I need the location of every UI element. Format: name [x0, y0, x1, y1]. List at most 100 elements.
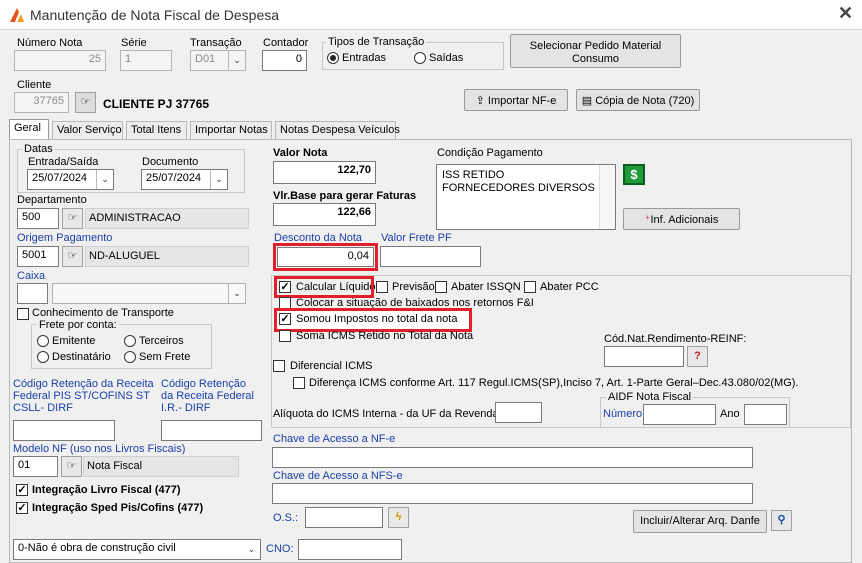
- soma-icms-retido-label: Soma ICMS Retido no Total da Nota: [296, 330, 474, 342]
- condicao-pagamento-line: ISS RETIDO: [442, 169, 505, 181]
- radio-terceiros-label: Terceiros: [139, 335, 184, 347]
- departamento-code-input[interactable]: 500: [17, 208, 59, 229]
- tab-total-itens[interactable]: Total Itens: [126, 121, 187, 139]
- cod-retencao-ir-input[interactable]: [161, 420, 262, 441]
- search-origem-icon[interactable]: ☞: [62, 246, 83, 267]
- conhecimento-transporte-label: Conhecimento de Transporte: [32, 307, 174, 319]
- close-button[interactable]: ✕: [838, 3, 853, 24]
- aliquota-icms-input[interactable]: [495, 402, 542, 423]
- search-departamento-icon[interactable]: ☞: [62, 208, 83, 229]
- radio-emitente[interactable]: [37, 335, 49, 347]
- tab-importar-notas[interactable]: Importar Notas: [190, 121, 272, 139]
- integracao-sped-checkbox[interactable]: ✓: [16, 502, 28, 514]
- aidf-label: AIDF Nota Fiscal: [606, 391, 694, 403]
- radio-saidas[interactable]: [414, 52, 426, 64]
- search-modelo-icon[interactable]: ☞: [61, 456, 82, 477]
- abater-pcc-checkbox[interactable]: [524, 281, 536, 293]
- title-bar: Manutenção de Nota Fiscal de Despesa ✕: [0, 0, 862, 30]
- diferencial-icms-checkbox[interactable]: [273, 360, 285, 372]
- abater-issqn-label: Abater ISSQN: [451, 281, 521, 293]
- origem-pagamento-code-input[interactable]: 5001: [17, 246, 59, 267]
- copia-nota-label: Cópia de Nota (720): [595, 95, 695, 107]
- cod-retencao-pis-label: Código Retenção da Receita Federal PIS S…: [13, 378, 154, 414]
- radio-emitente-label: Emitente: [52, 335, 96, 347]
- inf-adicionais-label: Inf. Adicionais: [650, 214, 719, 226]
- aidf-ano-label: Ano: [720, 408, 740, 420]
- radio-entradas-label: Entradas: [342, 52, 387, 64]
- scrollbar[interactable]: [599, 165, 615, 229]
- condicao-pagamento-line: FORNECEDORES DIVERSOS: [442, 182, 595, 194]
- cod-retencao-pis-line: CSLL- DIRF: [13, 402, 73, 414]
- entrada-saida-value: 25/07/2024: [32, 172, 88, 184]
- aidf-numero-label: Número: [603, 408, 643, 420]
- documento-label: Documento: [142, 156, 199, 168]
- copy-icon: ▤: [581, 95, 596, 107]
- import-icon: ⇪: [475, 95, 488, 107]
- inf-adicionais-button[interactable]: ⁺Inf. Adicionais: [623, 208, 740, 230]
- copia-nota-button[interactable]: ▤ Cópia de Nota (720): [576, 89, 700, 111]
- condicao-pagamento-textarea[interactable]: ISS RETIDO FORNECEDORES DIVERSOS: [436, 164, 616, 230]
- soma-icms-retido-checkbox[interactable]: [279, 330, 291, 342]
- tab-valor-servico[interactable]: Valor Serviço: [52, 121, 123, 139]
- aidf-numero-input[interactable]: [643, 404, 716, 425]
- documento-date[interactable]: 25/07/2024 ⌄: [141, 169, 228, 190]
- valor-frete-pf-input[interactable]: [380, 246, 481, 267]
- obra-construcao-select[interactable]: 0-Não é obra de construção civil ⌄: [13, 539, 261, 560]
- tab-notas-despesa-veiculos[interactable]: Notas Despesa Veículos: [275, 121, 400, 139]
- caixa-select[interactable]: ⌄: [52, 283, 246, 304]
- abater-issqn-checkbox[interactable]: [435, 281, 447, 293]
- aidf-ano-input[interactable]: [744, 404, 787, 425]
- cod-retencao-pis-input[interactable]: [13, 420, 115, 441]
- selecionar-pedido-button[interactable]: Selecionar Pedido Material Consumo: [510, 34, 681, 68]
- tab-geral[interactable]: Geral: [9, 119, 49, 140]
- app-logo-icon: [10, 8, 24, 22]
- chave-nfse-input[interactable]: [272, 483, 753, 504]
- chevron-down-icon: ⌄: [228, 284, 245, 303]
- search-cliente-icon[interactable]: ☞: [75, 92, 96, 113]
- calendar-dropdown-icon[interactable]: ⌄: [96, 170, 113, 189]
- entrada-saida-date[interactable]: 25/07/2024 ⌄: [27, 169, 114, 190]
- transacao-value: D01: [195, 53, 216, 65]
- vlr-base-label: Vlr.Base para gerar Faturas: [273, 190, 417, 202]
- numero-nota-input[interactable]: 25: [14, 50, 106, 71]
- transacao-select[interactable]: D01 ⌄: [190, 50, 246, 71]
- radio-terceiros[interactable]: [124, 335, 136, 347]
- somou-impostos-highlight: [274, 308, 472, 332]
- caixa-code-input[interactable]: [17, 283, 48, 304]
- search-icon[interactable]: ⚲: [771, 510, 792, 531]
- modelo-nf-code-input[interactable]: 01: [13, 456, 58, 477]
- chevron-down-icon: ⌄: [228, 51, 245, 70]
- tipos-transacao-label: Tipos de Transação: [326, 36, 427, 48]
- cod-nat-rendimento-input[interactable]: [604, 346, 684, 367]
- calcular-liquido-highlight: [274, 276, 374, 298]
- conhecimento-transporte-checkbox[interactable]: [17, 308, 29, 320]
- cliente-name: CLIENTE PJ 37765: [103, 97, 210, 111]
- previsao-checkbox[interactable]: [376, 281, 388, 293]
- serie-input[interactable]: 1: [120, 50, 172, 71]
- integracao-sped-label: Integração Sped Pis/Cofins (477): [32, 502, 204, 514]
- os-input[interactable]: [305, 507, 383, 528]
- obra-construcao-value: 0-Não é obra de construção civil: [18, 542, 176, 554]
- frete-por-conta-label: Frete por conta:: [37, 319, 119, 331]
- departamento-name: ADMINISTRACAO: [85, 208, 249, 229]
- help-search-icon[interactable]: ?: [687, 346, 708, 367]
- chave-nfe-input[interactable]: [272, 447, 753, 468]
- radio-entradas[interactable]: [327, 52, 339, 64]
- radio-sem-frete[interactable]: [124, 351, 136, 363]
- cliente-code-input[interactable]: 37765: [14, 92, 69, 113]
- desconto-highlight: [273, 243, 378, 271]
- calendar-dropdown-icon[interactable]: ⌄: [210, 170, 227, 189]
- cno-input[interactable]: [298, 539, 402, 560]
- radio-destinatario[interactable]: [37, 351, 49, 363]
- dollar-icon[interactable]: $: [623, 164, 645, 185]
- diferenca-icms-checkbox[interactable]: [293, 377, 305, 389]
- origem-pagamento-label: Origem Pagamento: [17, 232, 113, 244]
- lightning-icon[interactable]: ϟ: [388, 507, 409, 528]
- importar-nfe-button[interactable]: ⇪ Importar NF-e: [464, 89, 568, 111]
- integracao-livro-fiscal-checkbox[interactable]: ✓: [16, 484, 28, 496]
- contador-input[interactable]: 0: [262, 50, 307, 71]
- cod-retencao-ir-label: Código Retenção da Receita Federal I.R.-…: [161, 378, 254, 414]
- valor-nota-input[interactable]: 122,70: [273, 161, 376, 184]
- incluir-danfe-button[interactable]: Incluir/Alterar Arq. Danfe: [633, 510, 767, 533]
- vlr-base-input[interactable]: 122,66: [273, 203, 376, 226]
